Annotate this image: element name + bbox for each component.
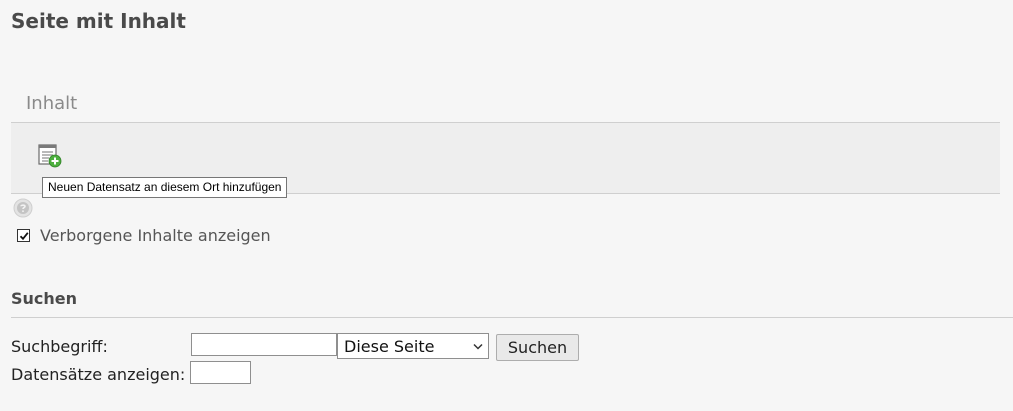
records-label: Datensätze anzeigen:	[11, 365, 186, 384]
checkmark-icon	[19, 231, 29, 240]
add-record-button[interactable]	[37, 143, 63, 169]
divider	[11, 317, 1013, 318]
search-term-label: Suchbegriff:	[11, 337, 108, 356]
records-input[interactable]	[190, 361, 251, 384]
search-term-input[interactable]	[191, 333, 337, 356]
help-icon[interactable]	[13, 198, 33, 218]
show-hidden-row: Verborgene Inhalte anzeigen	[17, 225, 271, 245]
show-hidden-checkbox[interactable]	[17, 228, 30, 242]
page-title: Seite mit Inhalt	[11, 9, 186, 33]
search-section-title: Suchen	[11, 289, 78, 308]
show-hidden-label[interactable]: Verborgene Inhalte anzeigen	[40, 226, 271, 245]
chevron-down-icon	[473, 343, 483, 350]
search-scope-value: Diese Seite	[344, 336, 435, 356]
search-scope-select[interactable]: Diese Seite	[337, 333, 489, 359]
search-button[interactable]: Suchen	[496, 334, 579, 361]
add-record-icon	[38, 144, 62, 168]
add-record-tooltip: Neuen Datensatz an diesem Ort hinzufügen	[42, 177, 288, 198]
content-section-title: Inhalt	[26, 93, 78, 114]
